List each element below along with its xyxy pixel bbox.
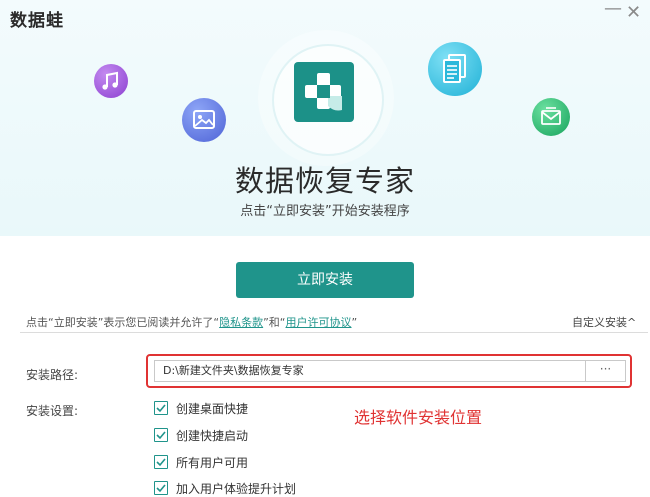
install-hint: 点击“立即安装”开始安装程序	[240, 204, 410, 219]
close-button[interactable]: ✕	[626, 4, 641, 22]
app-title: 数据蛙	[10, 11, 64, 31]
mail-icon	[532, 98, 570, 136]
option-label: 加入用户体验提升计划	[176, 482, 297, 496]
option-label: 创建桌面快捷	[176, 402, 249, 416]
minimize-button[interactable]: —	[604, 0, 622, 18]
option-label: 创建快捷启动	[176, 429, 249, 443]
option-label: 所有用户可用	[176, 456, 249, 470]
annotation-text: 选择软件安装位置	[354, 408, 483, 427]
checkbox-checked-icon[interactable]	[154, 455, 168, 469]
install-now-button[interactable]: 立即安装	[236, 262, 414, 298]
install-path-input[interactable]: D:\新建文件夹\数据恢复专家	[154, 360, 586, 382]
music-icon	[94, 64, 128, 98]
divider	[20, 332, 648, 333]
privacy-policy-link[interactable]: 隐私条款	[219, 316, 263, 329]
user-license-link[interactable]: 用户许可协议	[286, 316, 352, 329]
install-settings-label: 安装设置:	[26, 404, 79, 418]
checkbox-checked-icon[interactable]	[154, 481, 168, 495]
agreement-prefix: 点击“立即安装”表示您已阅读并允许了“	[26, 316, 220, 329]
agreement-text: 点击“立即安装”表示您已阅读并允许了“隐私条款”和“用户许可协议”	[26, 314, 357, 330]
checkbox-checked-icon[interactable]	[154, 428, 168, 442]
install-path-label: 安装路径:	[26, 368, 79, 382]
document-icon	[428, 42, 482, 96]
agreement-middle: ”和“	[263, 316, 286, 329]
image-icon	[182, 98, 226, 142]
product-name: 数据恢复专家	[234, 164, 415, 198]
agreement-suffix: ”	[351, 316, 358, 329]
custom-install-toggle[interactable]: 自定义安装^	[572, 314, 636, 330]
checkbox-checked-icon[interactable]	[154, 401, 168, 415]
browse-button[interactable]: ···	[586, 360, 626, 382]
app-logo-plus-icon	[294, 62, 354, 122]
